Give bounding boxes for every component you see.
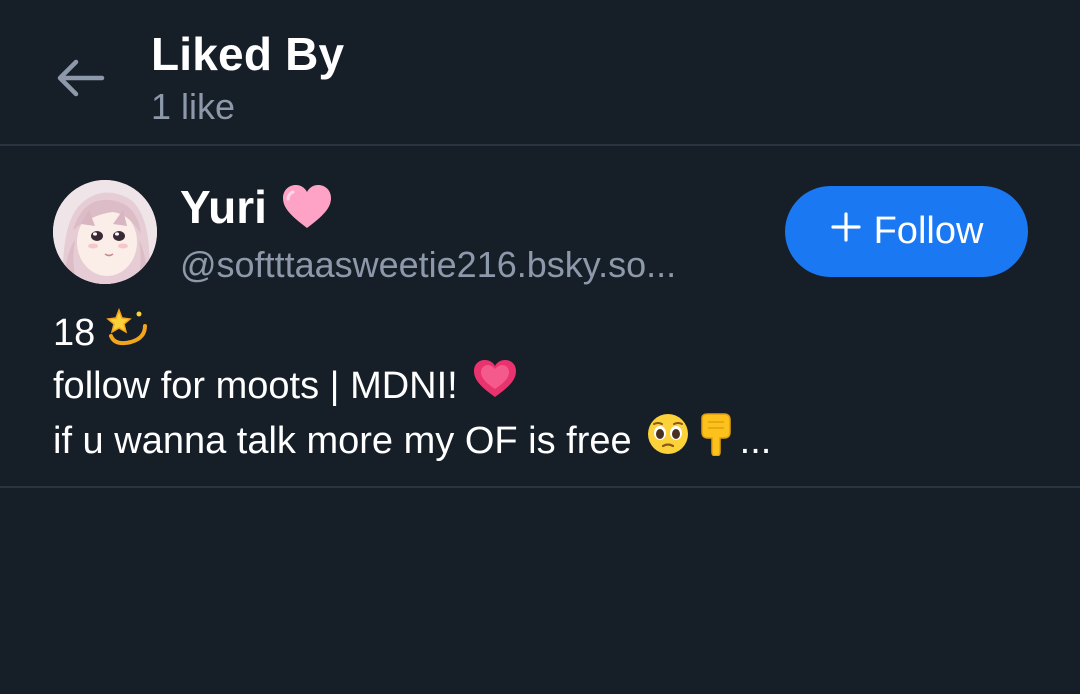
pink-heart-icon <box>281 184 333 230</box>
bio-line-2: follow for moots | MDNI! <box>53 359 771 412</box>
bio-text-3: if u wanna talk more my OF is free <box>53 419 632 462</box>
bio-text-1: 18 <box>53 311 96 354</box>
like-count: 1 like <box>151 86 236 127</box>
title-group: Liked By 1 like <box>151 26 344 130</box>
page-title: Liked By <box>151 28 345 80</box>
pleading-face-icon <box>646 412 690 469</box>
user-bio: 18 follow for moots | MDNI! if u wanna t… <box>53 306 771 469</box>
plus-icon <box>830 210 862 253</box>
growing-heart-icon <box>472 359 518 412</box>
dizzy-star-icon <box>105 306 149 359</box>
user-row[interactable]: Yuri @softttaasweetie216.bsky.so... Foll… <box>0 146 1080 488</box>
user-info[interactable]: Yuri @softttaasweetie216.bsky.so... <box>180 180 770 290</box>
bio-text-2: follow for moots | MDNI! <box>53 364 458 407</box>
bio-line-3: if u wanna talk more my OF is free ... <box>53 412 771 469</box>
bio-ellipsis: ... <box>739 419 772 462</box>
avatar-image <box>53 180 157 284</box>
arrow-left-icon <box>57 59 105 97</box>
display-name: Yuri <box>180 181 267 233</box>
display-name-row: Yuri <box>180 180 770 234</box>
bio-line-1: 18 <box>53 306 771 359</box>
back-button[interactable] <box>50 50 110 106</box>
follow-label: Follow <box>873 210 984 252</box>
follow-button[interactable]: Follow <box>785 186 1028 277</box>
avatar[interactable] <box>53 180 157 284</box>
header: Liked By 1 like <box>0 0 1080 146</box>
pointing-down-icon <box>696 412 736 469</box>
user-handle: @softttaasweetie216.bsky.so... <box>180 244 677 285</box>
